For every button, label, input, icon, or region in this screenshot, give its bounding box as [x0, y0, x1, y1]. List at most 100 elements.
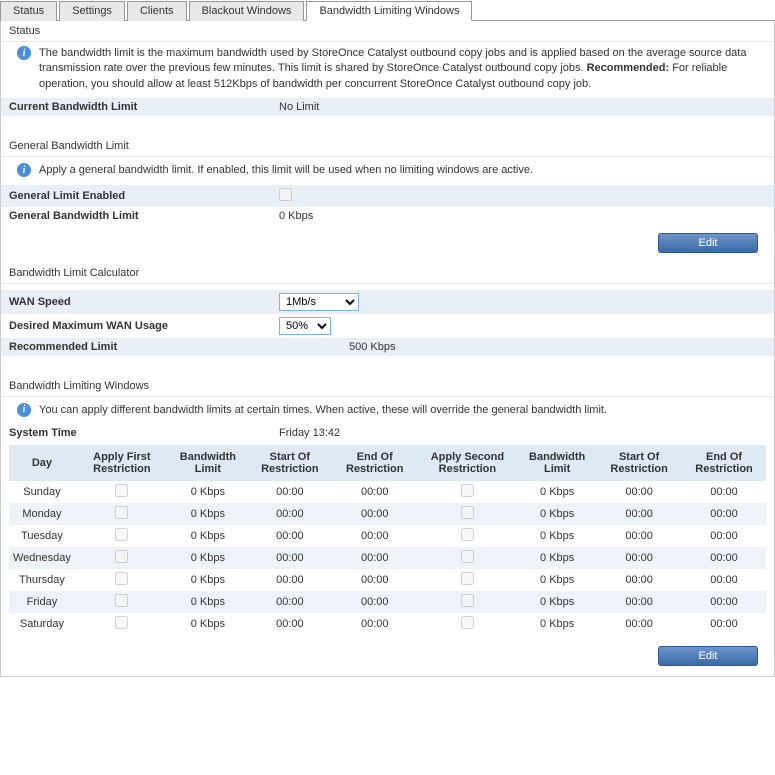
restriction-table: DayApply First RestrictionBandwidth Limi…: [9, 445, 766, 635]
section-title-general: General Bandwidth Limit: [1, 136, 774, 156]
tab-bandwidth-limiting-windows[interactable]: Bandwidth Limiting Windows: [306, 1, 472, 21]
end-restriction-1: 00:00: [333, 591, 417, 613]
recommended-limit-row: Recommended Limit 500 Kbps: [1, 338, 774, 356]
table-header: Apply First Restriction: [75, 445, 169, 481]
system-time-label: System Time: [9, 427, 279, 439]
table-header: Start Of Restriction: [596, 445, 682, 481]
system-time-value: Friday 13:42: [279, 427, 766, 439]
general-limit-enabled-row: General Limit Enabled: [1, 185, 774, 207]
bandwidth-limit-2: 0 Kbps: [518, 591, 596, 613]
end-restriction-2: 00:00: [682, 613, 766, 635]
end-restriction-2: 00:00: [682, 569, 766, 591]
apply-first-restriction-checkbox[interactable]: [115, 572, 128, 585]
day-cell: Wednesday: [9, 547, 75, 569]
apply-second-restriction-checkbox-cell: [417, 569, 518, 591]
apply-first-restriction-checkbox-cell: [75, 525, 169, 547]
start-restriction-1: 00:00: [247, 569, 333, 591]
wan-speed-label: WAN Speed: [9, 296, 279, 308]
apply-second-restriction-checkbox-cell: [417, 503, 518, 525]
day-cell: Sunday: [9, 481, 75, 503]
bandwidth-limit-1: 0 Kbps: [169, 569, 247, 591]
apply-second-restriction-checkbox[interactable]: [461, 528, 474, 541]
apply-second-restriction-checkbox-cell: [417, 547, 518, 569]
end-restriction-2: 00:00: [682, 481, 766, 503]
start-restriction-2: 00:00: [596, 591, 682, 613]
table-header: End Of Restriction: [682, 445, 766, 481]
recommended-limit-label: Recommended Limit: [9, 341, 279, 353]
windows-info-text: You can apply different bandwidth limits…: [39, 403, 758, 418]
table-row: Monday0 Kbps00:0000:000 Kbps00:0000:00: [9, 503, 766, 525]
apply-second-restriction-checkbox-cell: [417, 525, 518, 547]
day-cell: Saturday: [9, 613, 75, 635]
end-restriction-1: 00:00: [333, 613, 417, 635]
general-limit-enabled-checkbox[interactable]: [279, 188, 292, 201]
general-bandwidth-limit-row: General Bandwidth Limit 0 Kbps: [1, 207, 774, 225]
tab-blackout-windows[interactable]: Blackout Windows: [189, 1, 305, 21]
tab-clients[interactable]: Clients: [127, 1, 187, 21]
day-cell: Friday: [9, 591, 75, 613]
apply-first-restriction-checkbox[interactable]: [115, 550, 128, 563]
start-restriction-2: 00:00: [596, 547, 682, 569]
tab-status[interactable]: Status: [0, 1, 57, 21]
wan-usage-select[interactable]: 50%: [279, 317, 331, 335]
table-header: Bandwidth Limit: [518, 445, 596, 481]
start-restriction-2: 00:00: [596, 525, 682, 547]
apply-first-restriction-checkbox-cell: [75, 613, 169, 635]
end-restriction-2: 00:00: [682, 547, 766, 569]
apply-first-restriction-checkbox-cell: [75, 547, 169, 569]
bandwidth-limit-2: 0 Kbps: [518, 481, 596, 503]
general-limit-enabled-label: General Limit Enabled: [9, 190, 279, 202]
bandwidth-limit-2: 0 Kbps: [518, 525, 596, 547]
edit-windows-button[interactable]: Edit: [658, 646, 758, 666]
start-restriction-1: 00:00: [247, 613, 333, 635]
bandwidth-limit-2: 0 Kbps: [518, 503, 596, 525]
current-bandwidth-limit-row: Current Bandwidth Limit No Limit: [1, 98, 774, 116]
bandwidth-limit-1: 0 Kbps: [169, 503, 247, 525]
end-restriction-2: 00:00: [682, 525, 766, 547]
apply-first-restriction-checkbox-cell: [75, 569, 169, 591]
general-bandwidth-limit-value: 0 Kbps: [279, 210, 766, 222]
end-restriction-1: 00:00: [333, 547, 417, 569]
table-row: Saturday0 Kbps00:0000:000 Kbps00:0000:00: [9, 613, 766, 635]
start-restriction-2: 00:00: [596, 613, 682, 635]
day-cell: Tuesday: [9, 525, 75, 547]
apply-second-restriction-checkbox[interactable]: [461, 550, 474, 563]
apply-first-restriction-checkbox-cell: [75, 503, 169, 525]
bandwidth-limit-2: 0 Kbps: [518, 547, 596, 569]
start-restriction-1: 00:00: [247, 547, 333, 569]
apply-second-restriction-checkbox[interactable]: [461, 572, 474, 585]
end-restriction-1: 00:00: [333, 503, 417, 525]
table-header: Bandwidth Limit: [169, 445, 247, 481]
table-row: Sunday0 Kbps00:0000:000 Kbps00:0000:00: [9, 481, 766, 503]
table-row: Friday0 Kbps00:0000:000 Kbps00:0000:00: [9, 591, 766, 613]
tab-settings[interactable]: Settings: [59, 1, 125, 21]
wan-usage-row: Desired Maximum WAN Usage 50%: [1, 314, 774, 338]
apply-second-restriction-checkbox[interactable]: [461, 506, 474, 519]
system-time-row: System Time Friday 13:42: [1, 424, 774, 442]
start-restriction-2: 00:00: [596, 503, 682, 525]
table-header: Start Of Restriction: [247, 445, 333, 481]
end-restriction-2: 00:00: [682, 591, 766, 613]
apply-first-restriction-checkbox[interactable]: [115, 484, 128, 497]
edit-general-button[interactable]: Edit: [658, 233, 758, 253]
table-header: End Of Restriction: [333, 445, 417, 481]
apply-first-restriction-checkbox[interactable]: [115, 506, 128, 519]
end-restriction-1: 00:00: [333, 525, 417, 547]
table-header: Apply Second Restriction: [417, 445, 518, 481]
apply-first-restriction-checkbox-cell: [75, 591, 169, 613]
recommended-label: Recommended:: [587, 62, 670, 74]
start-restriction-2: 00:00: [596, 481, 682, 503]
start-restriction-1: 00:00: [247, 503, 333, 525]
bandwidth-limit-1: 0 Kbps: [169, 481, 247, 503]
wan-speed-select[interactable]: 1Mb/s: [279, 293, 359, 311]
info-icon: i: [17, 163, 31, 177]
bandwidth-limit-2: 0 Kbps: [518, 613, 596, 635]
apply-second-restriction-checkbox[interactable]: [461, 616, 474, 629]
apply-first-restriction-checkbox[interactable]: [115, 594, 128, 607]
apply-first-restriction-checkbox-cell: [75, 481, 169, 503]
apply-first-restriction-checkbox[interactable]: [115, 528, 128, 541]
apply-second-restriction-checkbox[interactable]: [461, 484, 474, 497]
general-info: i Apply a general bandwidth limit. If en…: [1, 157, 774, 184]
apply-first-restriction-checkbox[interactable]: [115, 616, 128, 629]
apply-second-restriction-checkbox[interactable]: [461, 594, 474, 607]
